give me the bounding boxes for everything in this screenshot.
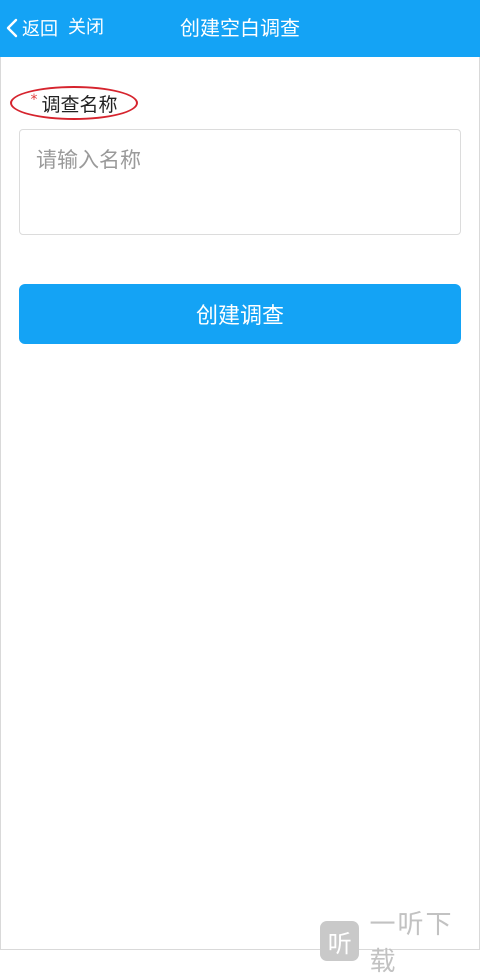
survey-name-input[interactable] [19,129,461,235]
page-title: 创建空白调查 [180,16,300,40]
watermark-text: 一听下载 [369,910,454,977]
required-mark: * [30,92,38,108]
survey-name-label: * 调查名称 [10,86,138,120]
watermark: 听 一听下载 [320,904,480,978]
survey-name-label-text: 调查名称 [41,93,118,116]
top-bar: 返回 关闭 创建空白调查 [0,0,480,57]
watermark-logo-icon: 听 [320,921,360,961]
create-survey-button[interactable]: 创建调查 [19,284,461,344]
